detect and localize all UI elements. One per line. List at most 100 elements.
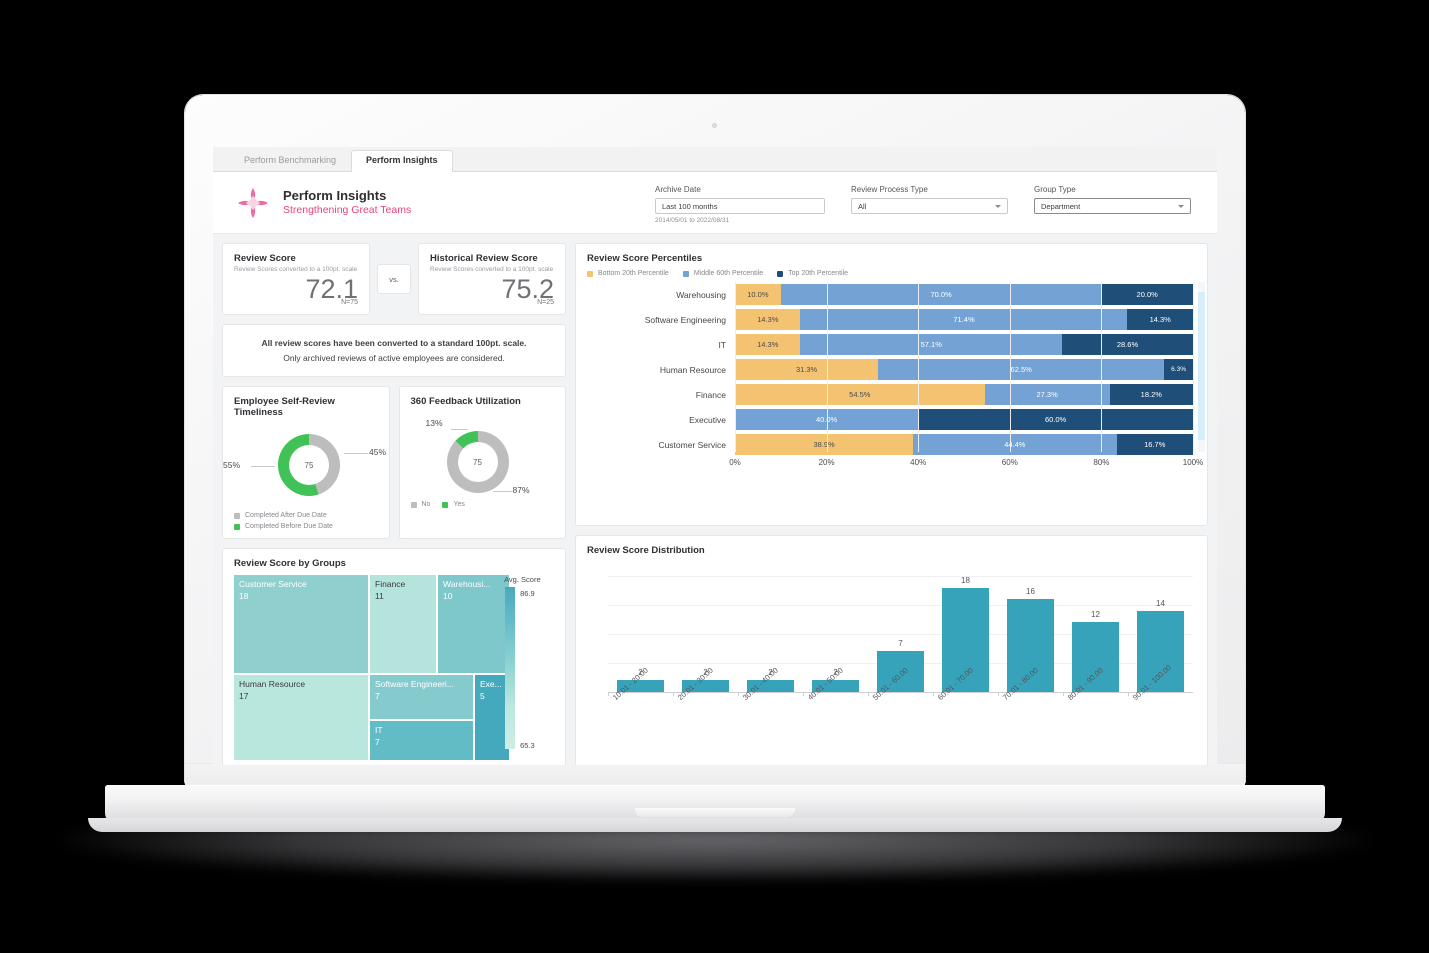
legend-swatch-icon <box>234 512 240 519</box>
row-label: Finance <box>695 389 726 400</box>
bar-segment-top[interactable]: 14.3% <box>1127 309 1193 330</box>
row-label: Executive <box>689 414 726 425</box>
feedback360-center-value: 75 <box>457 442 498 483</box>
bar-segment-top[interactable]: 18.2% <box>1109 384 1193 405</box>
legend-swatch-icon <box>442 501 449 508</box>
screen-viewport: Perform Benchmarking Perform Insights Pe… <box>213 147 1217 765</box>
bar-value: 14 <box>1156 598 1165 608</box>
archive-date-value: Last 100 months <box>662 201 718 211</box>
bar-segment-top[interactable]: 20.0% <box>1101 284 1193 305</box>
row-label: Human Resource <box>659 364 726 375</box>
treemap-tile-label: Human Resource <box>239 679 306 690</box>
bar-segment-top[interactable]: 28.6% <box>1062 334 1193 355</box>
legend-item: Completed After Due Date <box>234 512 378 519</box>
axis-tick: 80% <box>1093 458 1110 467</box>
conversion-note-line1: All review scores have been converted to… <box>261 338 527 349</box>
axis-tick: 20% <box>818 458 835 467</box>
percentile-row-finance: Finance 54.5% 27.3% 18.2% <box>587 382 1193 407</box>
bar-segment-bottom[interactable]: 14.3% <box>735 334 801 355</box>
axis-tick: 0% <box>729 458 741 467</box>
bar-segment-middle[interactable]: 70.0% <box>780 284 1102 305</box>
color-scale-title: Avg. Score <box>504 575 541 585</box>
brand-block: Perform Insights Strengthening Great Tea… <box>235 185 655 221</box>
feedback360-title: 360 Feedback Utilization <box>410 396 521 408</box>
review-process-type-select[interactable]: All <box>851 198 1008 214</box>
bar-segment-middle[interactable]: 44.4% <box>913 434 1117 455</box>
bar-segment-bottom[interactable]: 10.0% <box>735 284 781 305</box>
laptop-shadow <box>60 826 1370 882</box>
legend-label: Middle 60th Percentile <box>693 270 764 277</box>
bar-segment-top[interactable]: 6.3% <box>1164 359 1193 380</box>
donut-row: Employee Self-Review Timeliness 75 55% 4… <box>222 386 566 540</box>
axis-tick: 40% <box>910 458 927 467</box>
bar-segment-bottom[interactable]: 38.9% <box>735 434 914 455</box>
bar-value: 16 <box>1026 587 1035 597</box>
feedback360-donut-ring: 75 <box>446 431 509 494</box>
timeliness-title: Employee Self-Review Timeliness <box>234 396 335 419</box>
percentiles-scrollbar[interactable] <box>1198 282 1205 452</box>
group-type-value: Department <box>1041 201 1081 211</box>
treemap-tile[interactable]: Customer Service 18 <box>234 575 370 676</box>
legend-item: Top 20th Percentile <box>777 270 848 277</box>
dashboard-app: Perform Insights Strengthening Great Tea… <box>213 172 1217 765</box>
bar-value: 18 <box>961 576 970 585</box>
treemap-tile-label: Warehousi... <box>443 579 491 590</box>
treemap: Customer Service 18 Finance 11 Warehousi… <box>234 575 509 761</box>
timeliness-left-pct: 55% <box>223 460 241 471</box>
bar-segment-bottom[interactable]: 31.3% <box>735 359 879 380</box>
archive-date-input[interactable]: Last 100 months <box>655 198 825 214</box>
legend-swatch-icon <box>682 270 689 277</box>
bar-segment-top[interactable]: 60.0% <box>918 409 1193 430</box>
bar-segment-bottom[interactable]: 14.3% <box>735 309 801 330</box>
filter-archive-date: Archive Date Last 100 months 2014/05/01 … <box>655 185 825 224</box>
bar-segment-top[interactable]: 16.7% <box>1116 434 1193 455</box>
legend-item: Completed Before Due Date <box>234 523 378 530</box>
card-review-score-distribution: Review Score Distribution 2 2 2 2 7 18 1… <box>575 535 1208 765</box>
bar-segment-middle[interactable]: 40.0% <box>735 409 919 430</box>
timeliness-right-leader <box>344 453 368 455</box>
row-bars: 31.3% 62.5% 6.3% <box>735 359 1193 380</box>
bar-segment-bottom[interactable]: 54.5% <box>735 384 985 405</box>
treemap-tile[interactable]: IT 7 <box>370 721 475 761</box>
chevron-down-icon <box>1178 204 1184 208</box>
legend-label: Completed Before Due Date <box>245 523 333 531</box>
bar-segment-middle[interactable]: 71.4% <box>800 309 1128 330</box>
row-label: Customer Service <box>658 439 726 450</box>
treemap-wrap: Customer Service 18 Finance 11 Warehousi… <box>223 569 565 765</box>
treemap-tile[interactable]: Warehousi... 10 <box>438 575 509 676</box>
treemap-tile-label: Customer Service <box>239 579 307 590</box>
archive-date-range: 2014/05/01 to 2022/08/31 <box>655 217 730 224</box>
treemap-tile[interactable]: Software Engineeri... 7 <box>370 675 475 722</box>
treemap-tile[interactable]: Finance 11 <box>370 575 438 676</box>
tab-perform-insights[interactable]: Perform Insights <box>351 150 453 172</box>
row-label: Software Engineering <box>644 314 726 325</box>
legend-item: Middle 60th Percentile <box>682 270 764 277</box>
card-self-review-timeliness: Employee Self-Review Timeliness 75 55% 4… <box>222 386 390 540</box>
treemap-title: Review Score by Groups <box>234 558 346 570</box>
laptop-mockup: Perform Benchmarking Perform Insights Pe… <box>0 0 1429 953</box>
group-type-select[interactable]: Department <box>1034 198 1191 214</box>
bar-segment-middle[interactable]: 62.5% <box>878 359 1165 380</box>
percentiles-x-axis: 0% 20% 40% 60% 80% 100% <box>729 458 1203 472</box>
legend-label: Top 20th Percentile <box>788 270 849 277</box>
treemap-tile-label: IT <box>375 725 383 736</box>
filter-group-type: Group Type Department <box>1034 185 1191 214</box>
conversion-note-line2: Only archived reviews of active employee… <box>283 352 505 363</box>
percentile-row-executive: Executive 40.0% 60.0% <box>587 407 1193 432</box>
four-petal-flower-logo-icon <box>235 185 271 221</box>
feedback360-bottom-pct: 87% <box>512 485 530 496</box>
bar-value: 12 <box>1091 610 1100 620</box>
bar-segment-middle[interactable]: 27.3% <box>984 384 1110 405</box>
distribution-title: Review Score Distribution <box>587 545 705 556</box>
timeliness-right-pct: 45% <box>369 447 387 458</box>
treemap-tile[interactable]: Human Resource 17 <box>234 675 370 761</box>
treemap-tile-value: 17 <box>239 690 249 701</box>
tab-perform-benchmarking[interactable]: Perform Benchmarking <box>229 150 351 171</box>
feedback360-top-pct: 13% <box>425 418 443 429</box>
legend-label: Bottom 20th Percentile <box>598 270 669 277</box>
row-bars: 54.5% 27.3% 18.2% <box>735 384 1193 405</box>
review-process-type-value: All <box>858 201 867 211</box>
percentiles-scrollbar-thumb[interactable] <box>1198 292 1205 440</box>
row-bars: 38.9% 44.4% 16.7% <box>735 434 1193 455</box>
bar-segment-middle[interactable]: 57.1% <box>800 334 1062 355</box>
